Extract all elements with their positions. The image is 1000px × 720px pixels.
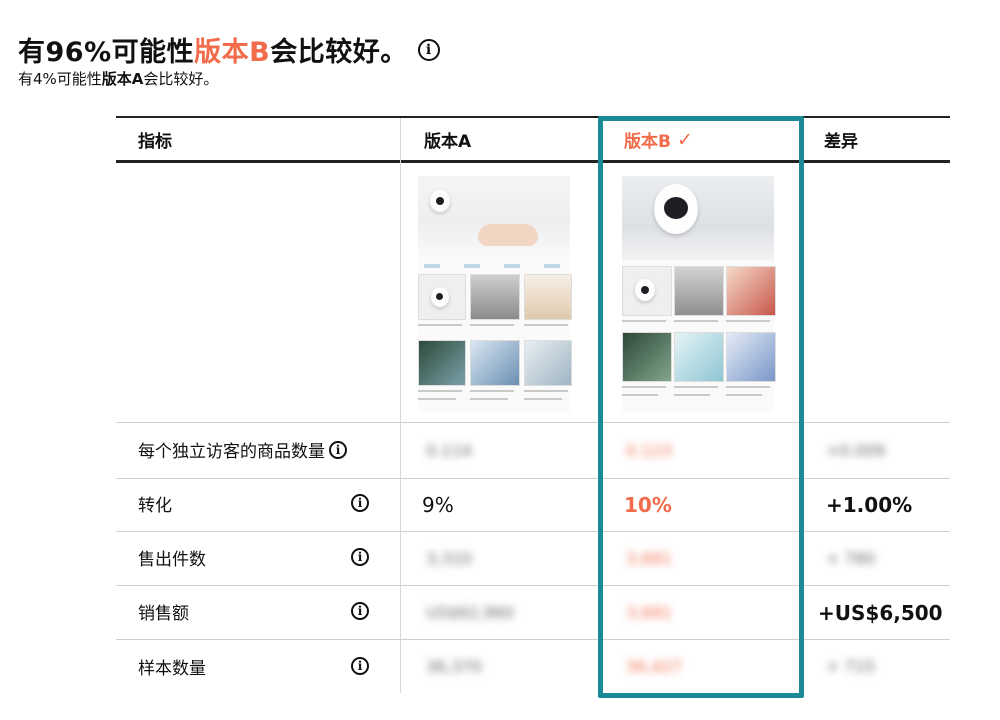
version-a-page-preview <box>418 176 572 412</box>
column-header-metric: 指标 <box>138 132 172 152</box>
subline-version-a: 版本A <box>101 70 144 88</box>
row-divider <box>116 531 950 532</box>
version-a-value: US$62,960 <box>426 603 515 622</box>
headline-suffix: 会比较好。 <box>270 37 408 68</box>
row-divider <box>116 422 950 423</box>
version-a-value: 9% <box>422 493 454 517</box>
column-header-difference: 差异 <box>824 132 858 152</box>
row-label-text: 每个独立访客的商品数量 <box>138 442 325 462</box>
feature-tile <box>470 340 520 386</box>
info-icon[interactable]: i <box>351 494 369 512</box>
row-divider <box>116 585 950 586</box>
row-label-units-sold: 售出件数 <box>138 545 206 570</box>
subline-suffix: 会比较好。 <box>143 70 219 88</box>
difference-value: + 780 <box>826 549 876 568</box>
row-label-revenue: 销售额 <box>138 599 189 624</box>
feature-tile <box>418 340 466 386</box>
row-label-conversion: 转化 <box>138 491 172 516</box>
row-divider <box>116 639 950 640</box>
camera-image <box>430 190 450 212</box>
feature-icons <box>424 264 564 268</box>
difference-value: +0.009 <box>826 441 886 460</box>
difference-value: +US$6,500 <box>818 601 943 625</box>
feature-tile <box>418 274 466 320</box>
feature-tile <box>470 274 520 320</box>
column-divider-a <box>400 118 401 693</box>
row-divider <box>116 478 950 479</box>
row-label-text: 销售额 <box>138 604 189 624</box>
row-label-text: 转化 <box>138 496 172 516</box>
info-icon[interactable]: i <box>351 657 369 675</box>
version-b-highlight-box <box>598 116 804 698</box>
result-headline: 有96%可能性 版本B 会比较好。 i <box>18 30 440 69</box>
difference-value: + 715 <box>826 657 876 676</box>
headline-version-b: 版本B <box>194 37 271 68</box>
table-top-border <box>116 116 950 118</box>
row-label-text: 售出件数 <box>138 550 206 570</box>
result-subline: 有4%可能性版本A会比较好。 <box>18 68 218 89</box>
info-icon[interactable]: i <box>417 38 440 61</box>
version-a-value: 0.114 <box>426 441 472 460</box>
row-label-text: 样本数量 <box>138 659 206 679</box>
feature-tile <box>524 274 572 320</box>
info-icon[interactable]: i <box>351 548 369 566</box>
baby-image <box>478 224 538 246</box>
feature-tile <box>524 340 572 386</box>
info-icon[interactable]: i <box>329 440 347 459</box>
row-label-items-per-visitor: 每个独立访客的商品数量 i <box>138 437 347 462</box>
info-icon[interactable]: i <box>351 602 369 620</box>
column-header-version-a: 版本A <box>424 132 472 152</box>
difference-value: +1.00% <box>826 493 913 517</box>
version-a-value: 3,310 <box>426 549 472 568</box>
version-a-value: 36,370 <box>426 657 482 676</box>
subline-prefix: 有4%可能性 <box>18 70 102 88</box>
row-label-sample-size: 样本数量 <box>138 654 206 679</box>
headline-prefix: 有96%可能性 <box>18 37 195 68</box>
table-header-border <box>116 160 950 163</box>
